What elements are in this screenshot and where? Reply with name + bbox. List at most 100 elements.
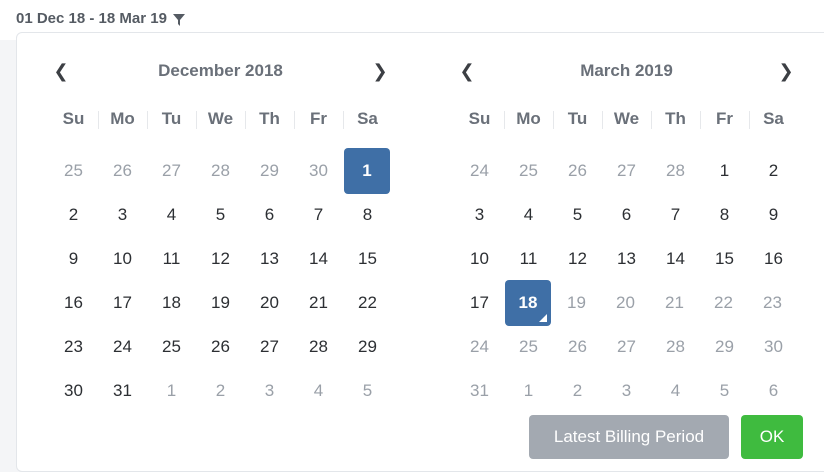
day-cell[interactable]: 4 [294,369,343,413]
day-cell[interactable]: 10 [455,237,504,281]
chevron-left-icon[interactable]: ❮ [455,59,479,83]
day-cell[interactable]: 20 [601,281,650,325]
day-cell[interactable]: 11 [504,237,553,281]
day-cell[interactable]: 26 [553,325,602,369]
day-cell[interactable]: 12 [553,237,602,281]
day-cell[interactable]: 27 [147,149,196,193]
day-cell[interactable]: 28 [651,325,700,369]
day-cell[interactable]: 16 [749,237,798,281]
weekday-label: Fr [294,105,343,133]
day-cell[interactable]: 11 [147,237,196,281]
weekday-label: Mo [504,105,553,133]
day-cell[interactable]: 1 [504,369,553,413]
day-cell[interactable]: 2 [196,369,245,413]
day-cell[interactable]: 26 [98,149,147,193]
day-cell[interactable]: 5 [553,193,602,237]
day-cell[interactable]: 29 [700,325,749,369]
day-cell[interactable]: 25 [504,325,553,369]
selected-day-cell[interactable]: 18 [505,280,551,326]
day-cell[interactable]: 31 [455,369,504,413]
day-cell[interactable]: 5 [700,369,749,413]
day-cell[interactable]: 8 [343,193,392,237]
weekday-label: Su [468,109,491,128]
day-cell[interactable]: 8 [700,193,749,237]
day-cell[interactable]: 20 [245,281,294,325]
day-cell[interactable]: 9 [749,193,798,237]
day-cell[interactable]: 9 [49,237,98,281]
latest-billing-period-button[interactable]: Latest Billing Period [529,415,729,459]
day-cell[interactable]: 25 [504,149,553,193]
day-cell[interactable]: 27 [602,325,651,369]
day-cell[interactable]: 30 [749,325,798,369]
day-cell[interactable]: 7 [651,193,700,237]
day-cell[interactable]: 4 [504,193,553,237]
day-cell[interactable]: 14 [651,237,700,281]
day-cell[interactable]: 26 [196,325,245,369]
day-cell[interactable]: 18 [147,281,196,325]
day-cell[interactable]: 23 [49,325,98,369]
day-cell[interactable]: 3 [245,369,294,413]
day-cell[interactable]: 12 [196,237,245,281]
day-cell[interactable]: 6 [602,193,651,237]
day-cell[interactable]: 3 [98,193,147,237]
day-cell[interactable]: 28 [196,149,245,193]
chevron-right-icon[interactable]: ❯ [368,59,392,83]
selected-day-cell[interactable]: 1 [344,148,390,194]
date-range-filter[interactable]: 01 Dec 18 - 18 Mar 19 [16,10,185,27]
day-cell[interactable]: 13 [245,237,294,281]
day-cell[interactable]: 24 [455,149,504,193]
day-cell[interactable]: 2 [749,149,798,193]
day-cell[interactable]: 7 [294,193,343,237]
day-cell[interactable]: 3 [455,193,504,237]
day-cell[interactable]: 23 [748,281,797,325]
day-cell[interactable]: 27 [602,149,651,193]
day-cell[interactable]: 30 [294,149,343,193]
weekday-label: Sa [749,105,798,133]
day-cell[interactable]: 6 [749,369,798,413]
day-cell[interactable]: 25 [147,325,196,369]
day-cell[interactable]: 6 [245,193,294,237]
day-cell[interactable]: 4 [147,193,196,237]
day-cell[interactable]: 31 [98,369,147,413]
chevron-right-icon[interactable]: ❯ [774,59,798,83]
weekday-label: We [196,105,245,133]
day-cell[interactable]: 28 [651,149,700,193]
day-cell[interactable]: 29 [245,149,294,193]
day-cell[interactable]: 1 [147,369,196,413]
weekday-label: Mo [98,105,147,133]
day-cell[interactable]: 17 [98,281,147,325]
day-cell[interactable]: 15 [700,237,749,281]
day-cell[interactable]: 22 [699,281,748,325]
day-cell[interactable]: 29 [343,325,392,369]
day-cell[interactable]: 3 [602,369,651,413]
day-cell[interactable]: 25 [49,149,98,193]
day-cell[interactable]: 13 [602,237,651,281]
day-cell[interactable]: 16 [49,281,98,325]
day-cell[interactable]: 24 [98,325,147,369]
day-cell[interactable]: 24 [455,325,504,369]
ok-button[interactable]: OK [741,415,803,459]
day-cell[interactable]: 5 [343,369,392,413]
chevron-left-icon[interactable]: ❮ [49,59,73,83]
day-cell[interactable]: 19 [196,281,245,325]
day-cell[interactable]: 1 [700,149,749,193]
day-cell[interactable]: 4 [651,369,700,413]
day-cell[interactable]: 21 [650,281,699,325]
month-title: December 2018 [158,61,283,80]
day-cell[interactable]: 10 [98,237,147,281]
day-cell[interactable]: 27 [245,325,294,369]
day-cell[interactable]: 22 [343,281,392,325]
day-cell[interactable]: 17 [455,281,504,325]
date-range-label: 01 Dec 18 - 18 Mar 19 [16,10,167,27]
day-cell[interactable]: 21 [294,281,343,325]
day-cell[interactable]: 28 [294,325,343,369]
month-title: March 2019 [580,61,673,80]
day-cell[interactable]: 2 [49,193,98,237]
day-cell[interactable]: 19 [552,281,601,325]
day-cell[interactable]: 26 [553,149,602,193]
day-cell[interactable]: 15 [343,237,392,281]
day-cell[interactable]: 14 [294,237,343,281]
day-cell[interactable]: 2 [553,369,602,413]
day-cell[interactable]: 5 [196,193,245,237]
day-cell[interactable]: 30 [49,369,98,413]
